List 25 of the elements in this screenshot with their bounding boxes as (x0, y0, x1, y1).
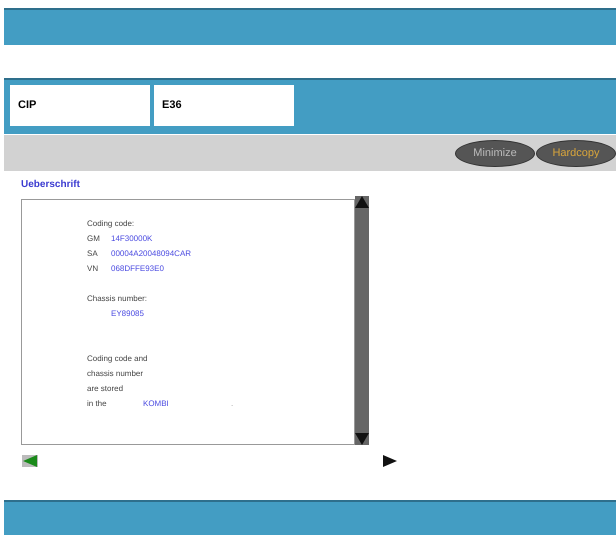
content-text: chassis number (87, 368, 144, 380)
field-value: KOMBI (143, 398, 170, 410)
toolbar-button[interactable]: Hardcopy (536, 140, 616, 166)
field-label: GM (87, 233, 101, 245)
field-value: EY89085 (111, 309, 144, 318)
scroll-up-icon[interactable] (355, 196, 369, 208)
header-field: E36 (154, 85, 294, 126)
scroll-down-icon[interactable] (355, 433, 369, 445)
header-field: CIP (10, 85, 150, 126)
toolbar-button[interactable]: Minimize (455, 140, 535, 166)
field-value: 00004A20048094CAR (111, 248, 192, 260)
field-label: SA (87, 248, 99, 260)
forward-arrow-icon[interactable] (383, 455, 397, 467)
scrollbar[interactable] (355, 196, 369, 445)
section-heading: Ueberschrift (21, 178, 80, 192)
back-arrow-icon[interactable] (22, 455, 38, 467)
field-label: in the (87, 398, 108, 410)
content-text: Coding code: (87, 218, 134, 230)
content-text: are stored (87, 383, 124, 395)
field-label: VN (87, 263, 100, 275)
content-text: Coding code and (87, 353, 148, 365)
content-text: Chassis number: (87, 293, 148, 305)
field-value: 14F30000K (111, 233, 152, 245)
content-text: . (231, 398, 234, 410)
field-value: 068DFFE93E0 (111, 263, 164, 275)
